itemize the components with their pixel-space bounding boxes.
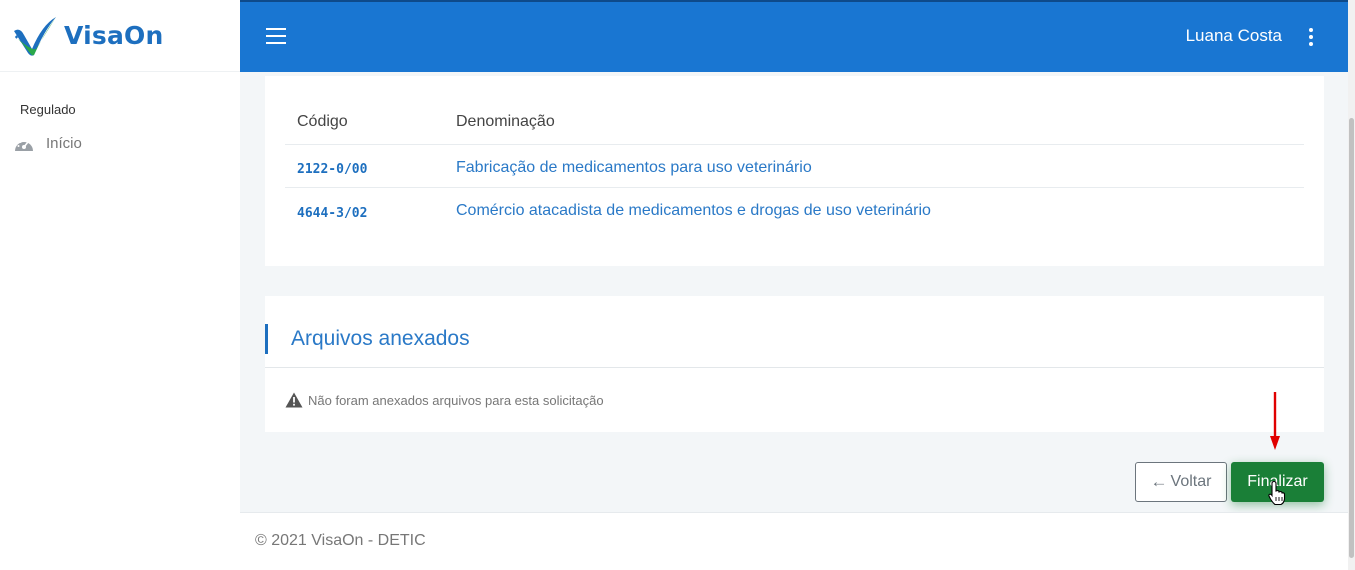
table-header-denomination: Denominação: [456, 113, 555, 130]
annotation-arrow-icon: [1270, 392, 1280, 450]
user-name[interactable]: Luana Costa: [1186, 26, 1282, 46]
logo-text: VisaOn: [64, 21, 164, 50]
back-button-label: Voltar: [1170, 473, 1212, 490]
section-divider: [265, 367, 1324, 368]
main-content: Código Denominação 2122-0/00 Fabricação …: [240, 72, 1348, 512]
arrow-left-icon: ←: [1150, 472, 1168, 491]
table-cell-code: 4644-3/02: [297, 206, 368, 221]
table-divider: [285, 144, 1304, 145]
dashboard-icon: [15, 139, 33, 151]
sidebar-section-label: Regulado: [20, 102, 76, 117]
top-bar: Luana Costa: [240, 0, 1348, 72]
attached-files-title: Arquivos anexados: [265, 324, 470, 354]
no-files-message: Não foram anexados arquivos para esta so…: [285, 392, 604, 408]
visaon-logo-icon: [14, 16, 56, 56]
activities-table-card: Código Denominação 2122-0/00 Fabricação …: [265, 76, 1324, 266]
table-cell-denomination: Comércio atacadista de medicamentos e dr…: [456, 202, 931, 219]
footer: © 2021 VisaOn - DETIC: [240, 512, 1348, 570]
scrollbar-thumb[interactable]: [1349, 118, 1354, 558]
warning-icon: [285, 392, 303, 408]
attached-files-card: Arquivos anexados Não foram anexados arq…: [265, 296, 1324, 432]
logo[interactable]: VisaOn: [0, 0, 240, 72]
table-divider: [285, 187, 1304, 188]
back-button[interactable]: ← Voltar: [1135, 462, 1227, 502]
table-cell-code: 2122-0/00: [297, 162, 368, 177]
sidebar-item-inicio[interactable]: Início: [0, 135, 240, 152]
sidebar-item-label: Início: [46, 135, 82, 152]
copyright-text: © 2021 VisaOn - DETIC: [255, 532, 426, 549]
table-header-code: Código: [297, 113, 348, 130]
more-vertical-icon[interactable]: [1308, 28, 1314, 46]
hand-cursor-icon: [1268, 480, 1286, 506]
menu-icon[interactable]: [266, 28, 286, 44]
table-cell-denomination: Fabricação de medicamentos para uso vete…: [456, 159, 812, 176]
sidebar: VisaOn Regulado Início: [0, 0, 240, 570]
no-files-text: Não foram anexados arquivos para esta so…: [308, 392, 604, 408]
